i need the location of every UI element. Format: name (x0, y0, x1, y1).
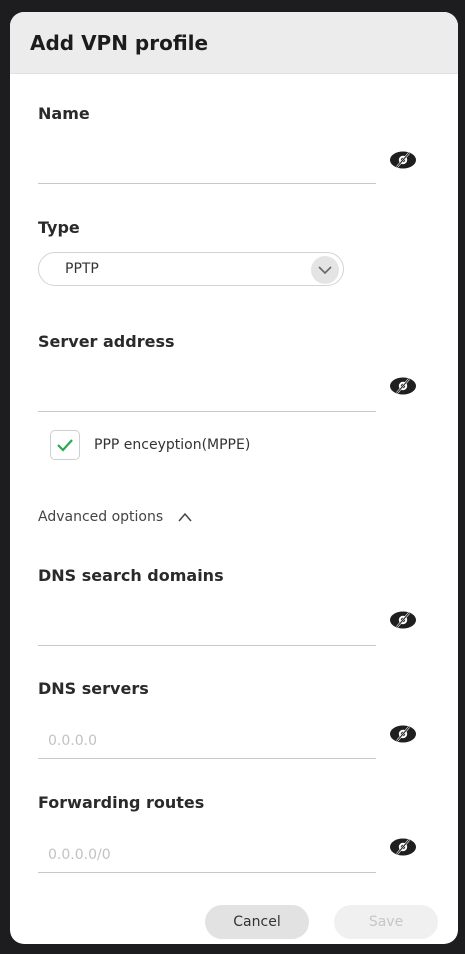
ppp-encryption-checkbox[interactable] (50, 430, 80, 460)
forwarding-routes-label: Forwarding routes (38, 793, 205, 812)
ppp-encryption-label: PPP enceyption(MPPE) (94, 437, 251, 453)
eye-off-icon[interactable] (388, 150, 418, 170)
advanced-options-toggle[interactable]: Advanced options (38, 509, 193, 525)
ppp-encryption-row: PPP enceyption(MPPE) (50, 430, 250, 460)
eye-off-icon[interactable] (388, 837, 418, 857)
dns-search-domains-label: DNS search domains (38, 566, 224, 585)
dialog-header: Add VPN profile (10, 12, 458, 74)
dns-servers-label: DNS servers (38, 679, 149, 698)
eye-off-icon[interactable] (388, 724, 418, 744)
dns-servers-input[interactable] (38, 723, 376, 759)
eye-off-icon[interactable] (388, 376, 418, 396)
server-address-label: Server address (38, 332, 175, 351)
add-vpn-profile-dialog: Add VPN profile Name Type PPTP Server ad… (10, 12, 458, 944)
type-label: Type (38, 218, 80, 237)
advanced-options-label: Advanced options (38, 509, 164, 525)
dialog-title: Add VPN profile (30, 30, 209, 55)
chevron-down-icon (311, 256, 339, 284)
name-input[interactable] (38, 148, 376, 184)
eye-off-icon[interactable] (388, 610, 418, 630)
type-dropdown[interactable]: PPTP (38, 252, 344, 286)
save-button[interactable]: Save (334, 905, 438, 939)
dns-search-domains-input[interactable] (38, 610, 376, 646)
type-selected-value: PPTP (65, 261, 99, 277)
cancel-button[interactable]: Cancel (205, 905, 309, 939)
forwarding-routes-input[interactable] (38, 837, 376, 873)
name-label: Name (38, 104, 90, 123)
checkmark-icon (57, 439, 73, 452)
server-address-input[interactable] (38, 376, 376, 412)
chevron-up-icon (178, 512, 192, 522)
